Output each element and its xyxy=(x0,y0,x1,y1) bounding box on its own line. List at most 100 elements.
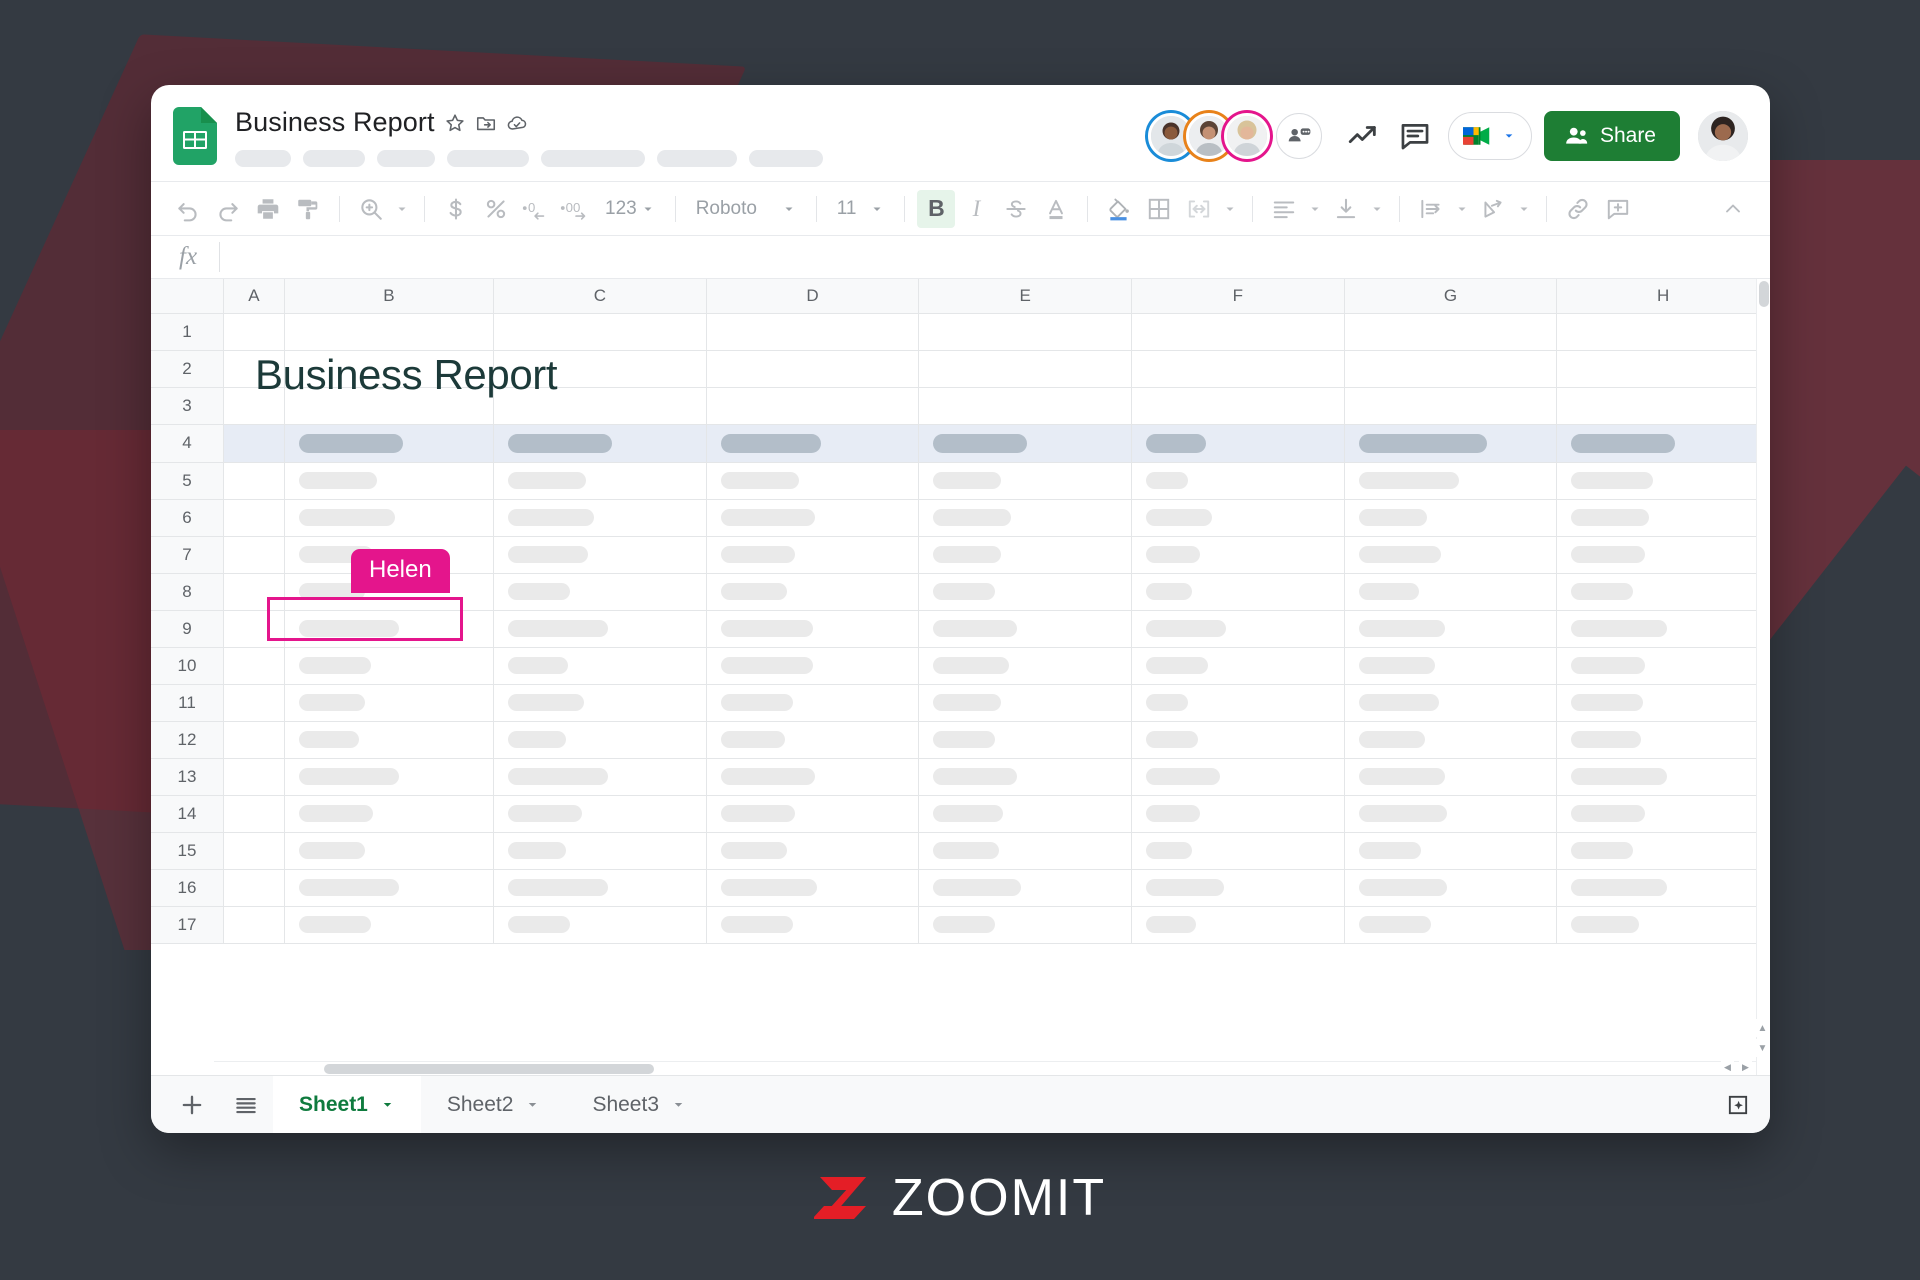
grid-cell[interactable] xyxy=(1344,313,1557,350)
share-button[interactable]: Share xyxy=(1544,111,1680,161)
grid-cell[interactable] xyxy=(919,536,1132,573)
row-header-2[interactable]: 2 xyxy=(151,350,223,387)
grid-cell[interactable] xyxy=(1132,573,1345,610)
grid-cell[interactable] xyxy=(494,832,707,869)
grid-cell[interactable] xyxy=(1557,573,1770,610)
dollar-icon[interactable] xyxy=(437,190,475,228)
grid-cell[interactable] xyxy=(919,499,1132,536)
grid-cell[interactable] xyxy=(919,573,1132,610)
grid-cell[interactable] xyxy=(1344,721,1557,758)
grid-cell[interactable] xyxy=(1344,647,1557,684)
column-header-E[interactable]: E xyxy=(919,279,1132,313)
sheet-tab-sheet1[interactable]: Sheet1 xyxy=(273,1076,421,1133)
grid-cell[interactable] xyxy=(706,424,919,462)
grid-cell[interactable] xyxy=(1132,610,1345,647)
grid-cell[interactable] xyxy=(223,424,284,462)
increase-decimal-icon[interactable]: 00 xyxy=(557,190,595,228)
grid-cell[interactable] xyxy=(706,610,919,647)
row-header-17[interactable]: 17 xyxy=(151,906,223,943)
grid-cell[interactable] xyxy=(1557,721,1770,758)
row-header-14[interactable]: 14 xyxy=(151,795,223,832)
column-header-B[interactable]: B xyxy=(284,279,493,313)
vertical-align-button[interactable] xyxy=(1327,190,1365,228)
row-header-15[interactable]: 15 xyxy=(151,832,223,869)
horizontal-scroll-thumb[interactable] xyxy=(324,1064,654,1074)
scroll-left-arrow[interactable]: ◀ xyxy=(1721,1060,1734,1074)
grid-cell[interactable] xyxy=(1132,906,1345,943)
print-icon[interactable] xyxy=(249,190,287,228)
column-header-A[interactable]: A xyxy=(223,279,284,313)
all-sheets-button[interactable] xyxy=(219,1076,273,1133)
grid-cell[interactable] xyxy=(284,684,493,721)
grid-cell[interactable] xyxy=(284,721,493,758)
grid-cell[interactable] xyxy=(494,462,707,499)
row-header-16[interactable]: 16 xyxy=(151,869,223,906)
grid-cell[interactable] xyxy=(494,610,707,647)
grid-cell[interactable] xyxy=(1344,869,1557,906)
grid-cell[interactable] xyxy=(284,795,493,832)
account-avatar[interactable] xyxy=(1698,111,1748,161)
grid-cell[interactable] xyxy=(706,462,919,499)
grid-cell[interactable] xyxy=(494,684,707,721)
cloud-saved-icon[interactable] xyxy=(506,112,528,134)
grid-cell[interactable] xyxy=(919,350,1132,387)
chevron-down-icon[interactable] xyxy=(525,1097,540,1112)
grid-cell[interactable] xyxy=(284,832,493,869)
grid-cell[interactable] xyxy=(1132,832,1345,869)
present-chat-icon[interactable] xyxy=(1276,113,1322,159)
grid-cell[interactable] xyxy=(919,795,1132,832)
grid-cell[interactable] xyxy=(223,832,284,869)
grid-cell[interactable] xyxy=(284,869,493,906)
grid-cell[interactable] xyxy=(1132,721,1345,758)
explore-button[interactable] xyxy=(1706,1076,1770,1133)
grid-cell[interactable] xyxy=(223,499,284,536)
grid-cell[interactable] xyxy=(1344,832,1557,869)
grid-cell[interactable] xyxy=(919,832,1132,869)
grid-cell[interactable] xyxy=(919,387,1132,424)
document-title[interactable]: Business Report xyxy=(235,107,435,138)
text-rotation-caret[interactable] xyxy=(1514,190,1534,228)
grid-cell[interactable] xyxy=(1557,387,1770,424)
column-header-H[interactable]: H xyxy=(1557,279,1770,313)
menu-item-placeholder[interactable] xyxy=(657,150,737,167)
grid-cell[interactable] xyxy=(706,387,919,424)
grid-cell[interactable] xyxy=(919,869,1132,906)
font-size-selector[interactable]: 11 xyxy=(829,190,893,228)
grid-cell[interactable] xyxy=(223,758,284,795)
grid-cell[interactable] xyxy=(706,721,919,758)
sheet-tab-sheet2[interactable]: Sheet2 xyxy=(421,1076,567,1133)
menu-item-placeholder[interactable] xyxy=(235,150,291,167)
grid-cell[interactable] xyxy=(919,424,1132,462)
strikethrough-button[interactable] xyxy=(997,190,1035,228)
grid-cell[interactable] xyxy=(223,684,284,721)
grid-cell[interactable] xyxy=(1557,906,1770,943)
sheets-icon[interactable] xyxy=(173,107,217,165)
grid-cell[interactable] xyxy=(1344,499,1557,536)
grid-cell[interactable] xyxy=(706,647,919,684)
grid-cell[interactable] xyxy=(1344,424,1557,462)
text-wrap-button[interactable] xyxy=(1412,190,1450,228)
grid-cell[interactable] xyxy=(494,906,707,943)
grid-cell[interactable] xyxy=(706,499,919,536)
horizontal-scrollbar[interactable]: ◀ ▶ xyxy=(214,1061,1756,1075)
column-header-G[interactable]: G xyxy=(1344,279,1557,313)
row-header-8[interactable]: 8 xyxy=(151,573,223,610)
menu-item-placeholder[interactable] xyxy=(447,150,529,167)
grid-cell[interactable] xyxy=(706,758,919,795)
row-header-10[interactable]: 10 xyxy=(151,647,223,684)
grid-cell[interactable] xyxy=(919,758,1132,795)
grid-cell[interactable] xyxy=(223,906,284,943)
add-sheet-button[interactable] xyxy=(165,1076,219,1133)
italic-button[interactable]: I xyxy=(957,190,995,228)
grid-cell[interactable] xyxy=(919,906,1132,943)
menu-item-placeholder[interactable] xyxy=(377,150,435,167)
grid-cell[interactable] xyxy=(1557,647,1770,684)
add-comment-icon[interactable] xyxy=(1599,190,1637,228)
row-header-5[interactable]: 5 xyxy=(151,462,223,499)
text-color-button[interactable] xyxy=(1037,190,1075,228)
grid-cell[interactable] xyxy=(1344,684,1557,721)
decrease-decimal-icon[interactable]: 0 xyxy=(517,190,555,228)
grid-cell[interactable] xyxy=(1132,536,1345,573)
row-header-4[interactable]: 4 xyxy=(151,424,223,462)
spreadsheet-grid[interactable]: A B C D E F G H 123456789101112131415161… xyxy=(151,279,1770,1075)
